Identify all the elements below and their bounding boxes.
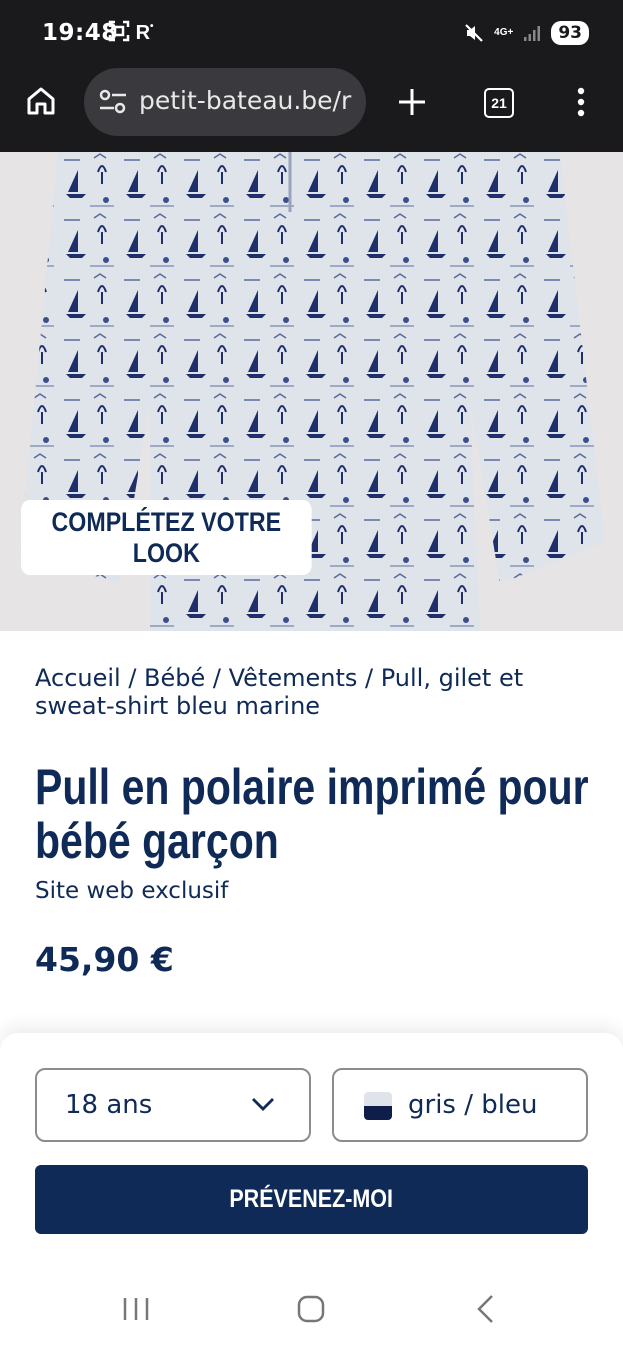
signal-icon xyxy=(524,26,541,41)
more-options-icon[interactable] xyxy=(574,86,588,118)
size-select[interactable]: 18 ans xyxy=(35,1068,311,1142)
complete-look-button[interactable]: COMPLÉTEZ VOTRE LOOK xyxy=(21,500,312,575)
product-title: Pull en polaire imprimé pour bébé garçon xyxy=(35,759,589,869)
new-tab-icon[interactable] xyxy=(396,86,428,118)
color-select[interactable]: gris / bleu xyxy=(332,1068,588,1142)
home-icon[interactable] xyxy=(24,84,58,118)
product-price: 45,90 € xyxy=(35,940,174,979)
screenshot-icon xyxy=(108,20,130,42)
status-left-icons: R• xyxy=(108,20,154,45)
notify-me-button[interactable]: PRÉVENEZ-MOI xyxy=(35,1165,588,1234)
address-bar[interactable]: petit-bateau.be/r xyxy=(84,68,366,136)
url-text: petit-bateau.be/r xyxy=(139,86,352,115)
chevron-down-icon xyxy=(252,1098,274,1111)
site-settings-icon[interactable] xyxy=(98,88,128,116)
color-value: gris / bleu xyxy=(408,1090,538,1120)
status-bar: 19:48 R• 4G+ 93 xyxy=(0,0,623,68)
back-icon[interactable] xyxy=(474,1294,496,1324)
browser-toolbar: petit-bateau.be/r 21 xyxy=(0,68,623,153)
status-right-icons: 4G+ 93 xyxy=(464,21,589,45)
battery-level: 93 xyxy=(551,21,589,45)
mute-icon xyxy=(465,24,483,42)
exclusive-label: Site web exclusif xyxy=(35,878,229,904)
color-swatch xyxy=(364,1092,392,1120)
status-time: 19:48 xyxy=(42,20,118,46)
tab-switcher-button[interactable]: 21 xyxy=(484,88,514,118)
status-r-label: R xyxy=(135,22,151,44)
system-nav-bar xyxy=(0,1270,623,1350)
home-nav-icon[interactable] xyxy=(296,1294,326,1324)
network-label: 4G+ xyxy=(494,27,514,38)
size-value: 18 ans xyxy=(65,1090,153,1120)
breadcrumb[interactable]: Accueil / Bébé / Vêtements / Pull, gilet… xyxy=(35,664,595,720)
notify-me-label: PRÉVENEZ-MOI xyxy=(229,1185,394,1213)
recent-apps-icon[interactable] xyxy=(122,1296,150,1322)
